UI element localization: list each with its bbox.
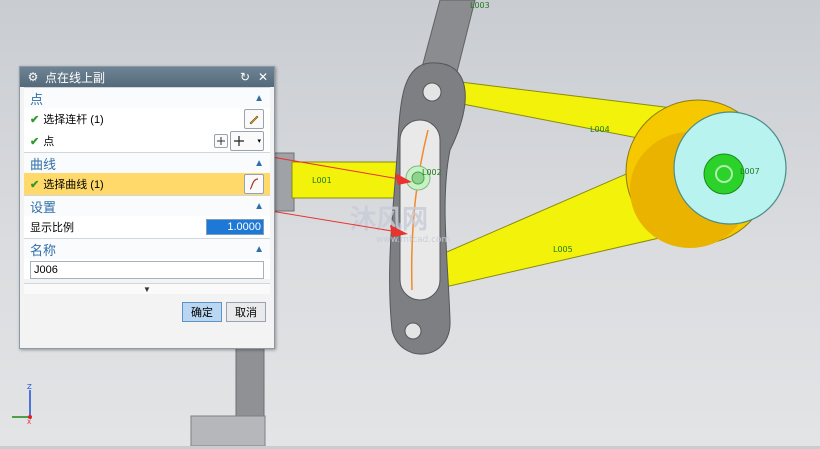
section-name: 名称 ▲ J006 (24, 238, 270, 279)
dialog-titlebar[interactable]: ⚙ 点在线上副 ↻ ✕ (20, 67, 274, 87)
triad-x-label: X (27, 419, 31, 426)
point-type-dropdown[interactable]: ▾ (230, 131, 264, 151)
shaft-housing (271, 152, 295, 212)
pivot-top (422, 82, 442, 102)
base-block (190, 415, 266, 447)
select-link-label: 选择连杆 (1) (43, 114, 104, 126)
section-settings: 设置 ▲ 显示比例 1.0000 (24, 195, 270, 238)
select-link-row[interactable]: ✔ 选择连杆 (1) (24, 108, 270, 130)
chevron-up-icon[interactable]: ▲ (254, 201, 264, 212)
section-point-header[interactable]: 点 ▲ (24, 87, 270, 108)
pivot-bottom (404, 322, 422, 340)
section-settings-title: 设置 (30, 199, 57, 215)
check-icon: ✔ (30, 113, 40, 126)
section-curve-title: 曲线 (30, 156, 57, 172)
label-l003: L003 (470, 1, 490, 10)
label-l005: L005 (553, 245, 573, 254)
chevron-up-icon[interactable]: ▲ (254, 158, 264, 169)
dialog-footer: 确定 取消 (20, 294, 274, 322)
select-curve-row[interactable]: ✔ 选择曲线 (1) (24, 173, 270, 195)
point-row[interactable]: ✔ 点 ▾ (24, 130, 270, 152)
ok-button[interactable]: 确定 (182, 302, 222, 322)
cancel-button[interactable]: 取消 (226, 302, 266, 322)
watermark-url: www.mfcad.com (376, 235, 450, 245)
link-selector-pencil-icon[interactable] (244, 109, 264, 129)
point-label: 点 (43, 136, 55, 148)
curve-selector-icon[interactable] (244, 174, 264, 194)
name-input[interactable]: J006 (30, 261, 264, 279)
section-settings-header[interactable]: 设置 ▲ (24, 195, 270, 216)
section-point: 点 ▲ ✔ 选择连杆 (1) ✔ 点 ▾ (24, 87, 270, 152)
label-l004: L004 (590, 125, 610, 134)
triad-z-label: Z (27, 383, 32, 391)
expand-more-icon[interactable]: ▼ (24, 283, 270, 294)
section-curve: 曲线 ▲ ✔ 选择曲线 (1) (24, 152, 270, 195)
chevron-up-icon[interactable]: ▲ (254, 244, 264, 255)
display-scale-row: 显示比例 1.0000 (24, 216, 270, 238)
chevron-down-icon: ▾ (257, 138, 261, 145)
check-icon: ✔ (30, 178, 40, 191)
point-dialog-icon[interactable] (214, 134, 228, 148)
display-scale-label: 显示比例 (30, 222, 74, 234)
reset-icon[interactable]: ↻ (238, 70, 252, 84)
label-l007: L007 (740, 167, 760, 176)
label-l002: L002 (422, 168, 442, 177)
dialog-title: 点在线上副 (45, 70, 106, 85)
check-icon: ✔ (30, 135, 40, 148)
gear-icon[interactable]: ⚙ (25, 70, 41, 84)
section-name-title: 名称 (30, 242, 57, 258)
point-on-curve-dialog: ⚙ 点在线上副 ↻ ✕ 点 ▲ ✔ 选择连杆 (1) ✔ 点 ▾ 曲线 ▲ ✔ … (19, 66, 275, 349)
section-point-title: 点 (30, 91, 44, 107)
section-curve-header[interactable]: 曲线 ▲ (24, 152, 270, 173)
display-scale-input[interactable]: 1.0000 (206, 219, 264, 235)
label-l001: L001 (312, 176, 332, 185)
base-post (235, 339, 265, 421)
section-name-header[interactable]: 名称 ▲ (24, 238, 270, 259)
crosshair-icon (234, 136, 244, 146)
select-curve-label: 选择曲线 (1) (43, 179, 104, 191)
crank-hub (703, 153, 745, 195)
chevron-up-icon[interactable]: ▲ (254, 93, 264, 104)
close-icon[interactable]: ✕ (256, 70, 270, 84)
